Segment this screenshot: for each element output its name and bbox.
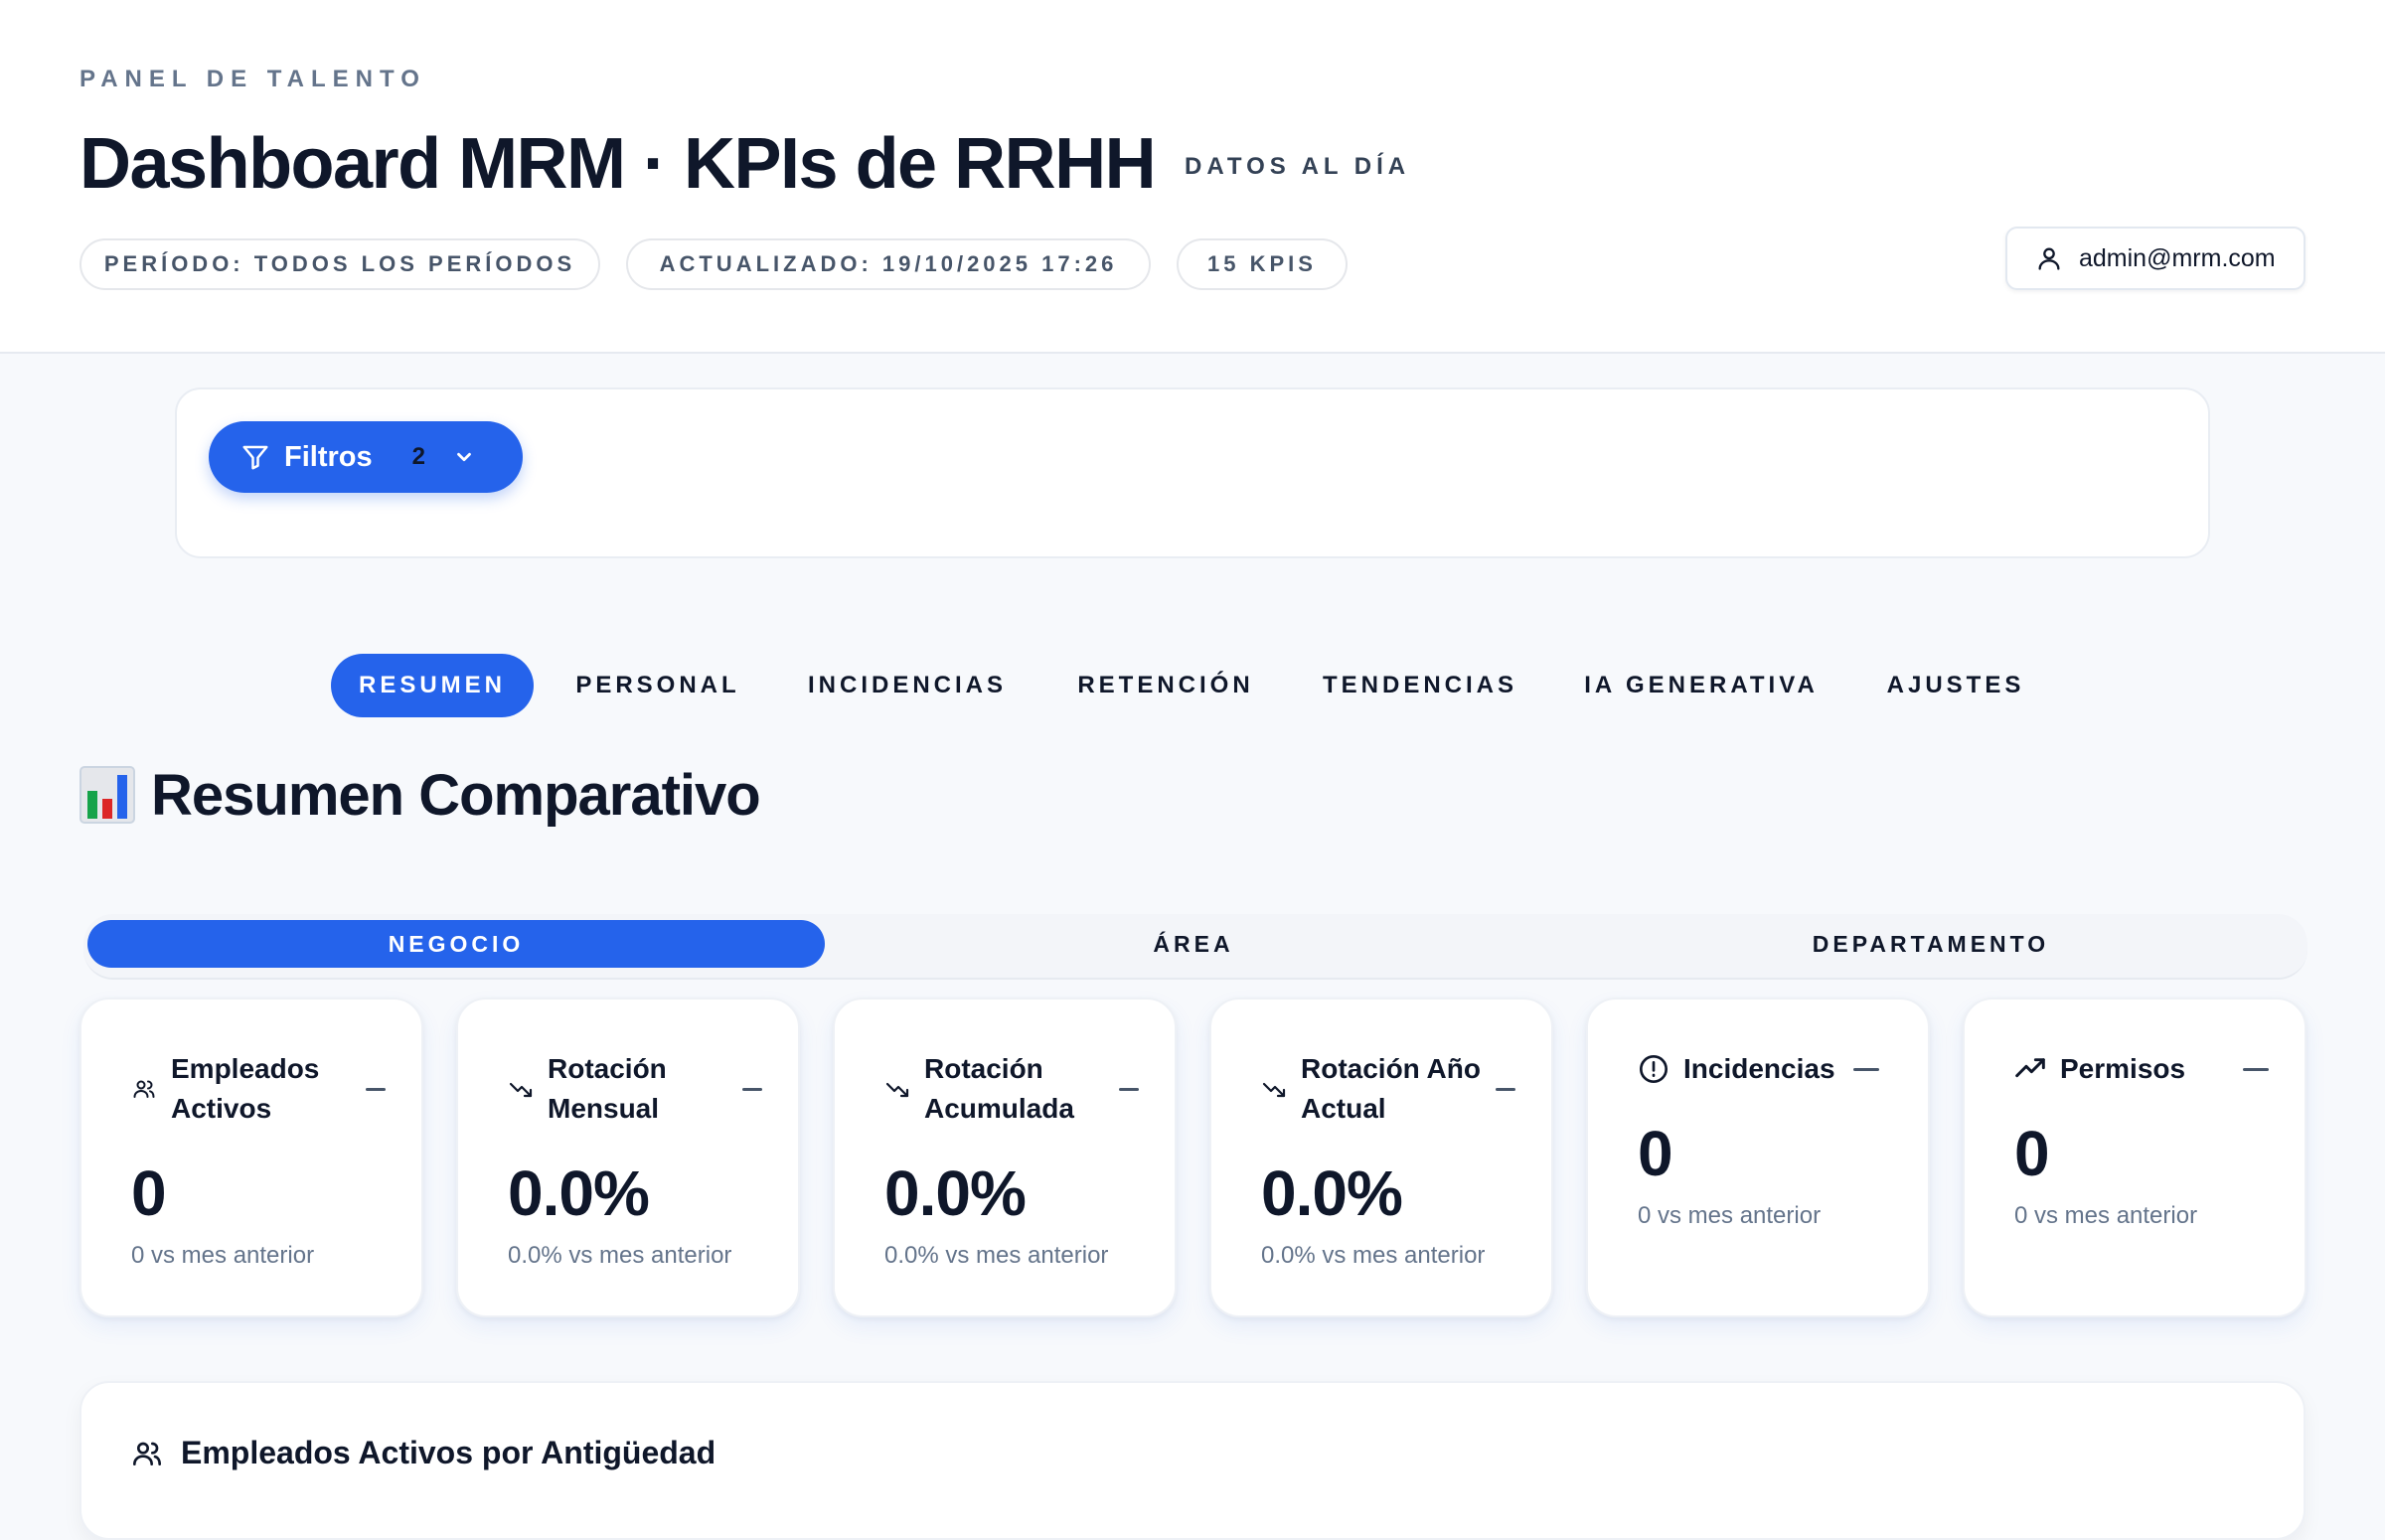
kpi-card-rotacion-mensual: Rotación Mensual 0.0% 0.0% vs mes anteri… (456, 998, 800, 1317)
trend-neutral-icon (2243, 1067, 2269, 1071)
seniority-chart-card: Empleados Activos por Antigüedad (80, 1381, 2306, 1540)
trending-down-icon (884, 1076, 910, 1102)
kpi-title: Empleados Activos (171, 1053, 320, 1124)
user-account-button[interactable]: admin@mrm.com (2005, 227, 2306, 290)
kpi-card-empleados-activos: Empleados Activos 0 0 vs mes anterior (80, 998, 423, 1317)
segment-area[interactable]: ÁREA (825, 920, 1562, 968)
tab-personal[interactable]: PERSONAL (553, 654, 763, 717)
kpi-value: 0.0% (884, 1157, 1027, 1229)
user-email: admin@mrm.com (2079, 243, 2276, 272)
kpi-card-rotacion-acumulada: Rotación Acumulada 0.0% 0.0% vs mes ante… (833, 998, 1177, 1317)
card-title: Empleados Activos por Antigüedad (181, 1435, 716, 1470)
kpi-title: Incidencias (1683, 1053, 1835, 1084)
section-title-text: Resumen Comparativo (151, 762, 761, 828)
kpi-card-incidencias: Incidencias 0 0 vs mes anterior (1586, 998, 1930, 1317)
tab-resumen[interactable]: RESUMEN (331, 654, 534, 717)
kpi-count-chip: 15 KPIS (1177, 238, 1348, 290)
kpi-comparison: 0 vs mes anterior (131, 1242, 315, 1269)
live-data-label: DATOS AL DÍA (1185, 153, 1411, 180)
trending-down-icon (1261, 1076, 1287, 1102)
kpi-title: Rotación Acumulada (924, 1053, 1074, 1124)
header-eyebrow: PANEL DE TALENTO (80, 66, 426, 92)
chevron-down-icon (453, 446, 475, 468)
user-icon (2035, 244, 2063, 272)
section-heading: Resumen Comparativo (80, 755, 761, 835)
page-header: PANEL DE TALENTO Dashboard MRM · KPIs de… (0, 0, 2385, 354)
kpi-title: Rotación Año Actual (1301, 1053, 1481, 1124)
filters-count-badge: 2 (411, 443, 425, 470)
kpi-comparison: 0 vs mes anterior (1638, 1202, 1822, 1229)
segment-negocio[interactable]: NEGOCIO (87, 920, 825, 968)
trend-neutral-icon (1119, 1087, 1139, 1091)
trend-neutral-icon (1496, 1087, 1515, 1091)
trending-down-icon (508, 1076, 534, 1102)
main-tabs: RESUMEN PERSONAL INCIDENCIAS RETENCIÓN T… (0, 654, 2385, 717)
filters-toggle-button[interactable]: Filtros 2 (209, 421, 523, 493)
kpi-card-rotacion-ano-actual: Rotación Año Actual 0.0% 0.0% vs mes ant… (1209, 998, 1553, 1317)
users-icon (131, 1076, 157, 1102)
tab-retencion[interactable]: RETENCIÓN (1057, 654, 1274, 717)
grouping-segmented-control: NEGOCIO ÁREA DEPARTAMENTO (83, 914, 2307, 980)
kpi-comparison: 0 vs mes anterior (2014, 1202, 2198, 1229)
kpi-comparison: 0.0% vs mes anterior (508, 1242, 732, 1269)
kpi-title: Rotación Mensual (548, 1053, 667, 1124)
trend-neutral-icon (742, 1087, 762, 1091)
tab-ajustes[interactable]: AJUSTES (1866, 654, 2045, 717)
filters-label: Filtros (284, 440, 373, 473)
kpi-title: Permisos (2060, 1053, 2186, 1084)
filter-icon (240, 442, 270, 472)
updated-chip: ACTUALIZADO: 19/10/2025 17:26 (626, 238, 1151, 290)
alert-circle-icon (1638, 1053, 1670, 1085)
kpi-value: 0.0% (1261, 1157, 1403, 1229)
kpi-card-permisos: Permisos 0 0 vs mes anterior (1963, 998, 2306, 1317)
trend-neutral-icon (366, 1087, 386, 1091)
trend-neutral-icon (1852, 1067, 1879, 1071)
trending-up-icon (2014, 1053, 2046, 1085)
kpi-value: 0 (131, 1157, 167, 1229)
segment-departamento[interactable]: DEPARTAMENTO (1562, 920, 2300, 968)
period-chip: PERÍODO: TODOS LOS PERÍODOS (80, 238, 600, 290)
kpi-comparison: 0.0% vs mes anterior (1261, 1242, 1486, 1269)
kpi-value: 0 (1638, 1118, 1673, 1189)
kpi-value: 0.0% (508, 1157, 650, 1229)
kpi-comparison: 0.0% vs mes anterior (884, 1242, 1109, 1269)
users-icon (131, 1438, 163, 1469)
kpi-value: 0 (2014, 1118, 2050, 1189)
tab-tendencias[interactable]: TENDENCIAS (1308, 654, 1532, 717)
tab-incidencias[interactable]: INCIDENCIAS (795, 654, 1020, 717)
page-title: Dashboard MRM · KPIs de RRHH (80, 124, 1157, 204)
tab-ia-generativa[interactable]: IA GENERATIVA (1572, 654, 1830, 717)
bar-chart-icon (80, 765, 135, 825)
